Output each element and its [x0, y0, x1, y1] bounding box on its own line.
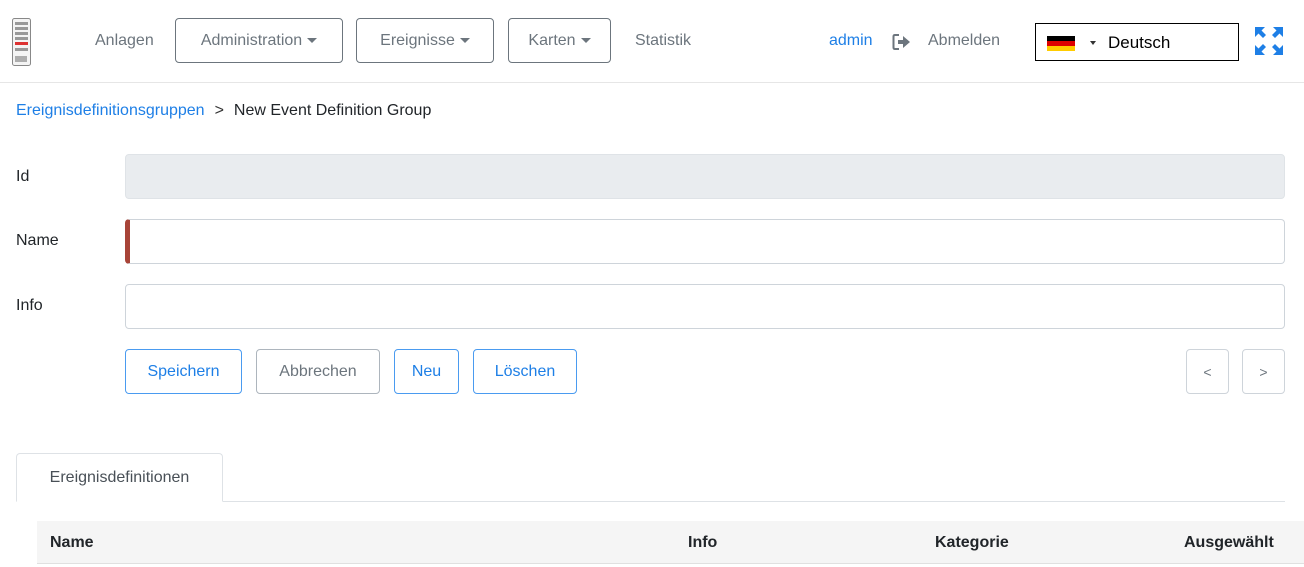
id-field — [125, 154, 1285, 199]
column-header-info[interactable]: Info — [688, 534, 717, 552]
nav-karten-label: Karten — [528, 31, 576, 49]
user-link[interactable]: admin — [829, 32, 873, 50]
breadcrumb-current: New Event Definition Group — [233, 102, 432, 119]
nav-administration-dropdown[interactable]: Administration — [175, 18, 343, 63]
caret-down-icon — [307, 38, 318, 43]
expand-arrows-icon[interactable] — [1253, 25, 1285, 57]
save-button[interactable]: Speichern — [125, 349, 242, 394]
sign-out-icon[interactable] — [892, 33, 912, 51]
delete-button[interactable]: Löschen — [473, 349, 577, 394]
new-button[interactable]: Neu — [394, 349, 459, 394]
tab-ereignisdefinitionen[interactable]: Ereignisdefinitionen — [16, 453, 223, 502]
server-logo-icon[interactable] — [12, 18, 31, 66]
breadcrumb: Ereignisdefinitionsgruppen > New Event Def… — [16, 102, 431, 120]
language-label: Deutsch — [1108, 33, 1171, 52]
german-flag-icon — [1047, 36, 1075, 51]
cancel-button[interactable]: Abbrechen — [256, 349, 380, 394]
nav-administration-label: Administration — [200, 31, 303, 49]
name-label: Name — [16, 232, 59, 249]
nav-ereignisse-label: Ereignisse — [380, 31, 455, 49]
info-field[interactable] — [125, 284, 1285, 329]
language-select[interactable]: Deutsch — [1035, 23, 1239, 61]
nav-statistik[interactable]: Statistik — [635, 32, 691, 50]
nav-anlagen[interactable]: Anlagen — [95, 32, 154, 50]
column-header-name[interactable]: Name — [50, 534, 94, 552]
column-header-ausgewaehlt[interactable]: Ausgewählt — [1184, 534, 1274, 552]
previous-button[interactable]: < — [1186, 349, 1229, 394]
nav-ereignisse-dropdown[interactable]: Ereignisse — [356, 18, 494, 63]
breadcrumb-parent-link[interactable]: Ereignisdefinitionsgruppen — [16, 102, 205, 119]
table-header: Name Info Kategorie Ausgewählt — [37, 521, 1304, 564]
breadcrumb-separator: > — [214, 102, 224, 119]
caret-down-icon — [580, 38, 591, 43]
id-label: Id — [16, 168, 30, 185]
caret-down-icon — [1090, 41, 1096, 45]
nav-karten-dropdown[interactable]: Karten — [508, 18, 611, 63]
caret-down-icon — [459, 38, 470, 43]
top-navbar: Anlagen Administration Ereignisse Karten… — [0, 0, 1304, 83]
logout-link[interactable]: Abmelden — [928, 32, 1000, 50]
info-label: Info — [16, 297, 43, 314]
name-field[interactable] — [125, 219, 1285, 264]
next-button[interactable]: > — [1242, 349, 1285, 394]
column-header-kategorie[interactable]: Kategorie — [935, 534, 1009, 552]
